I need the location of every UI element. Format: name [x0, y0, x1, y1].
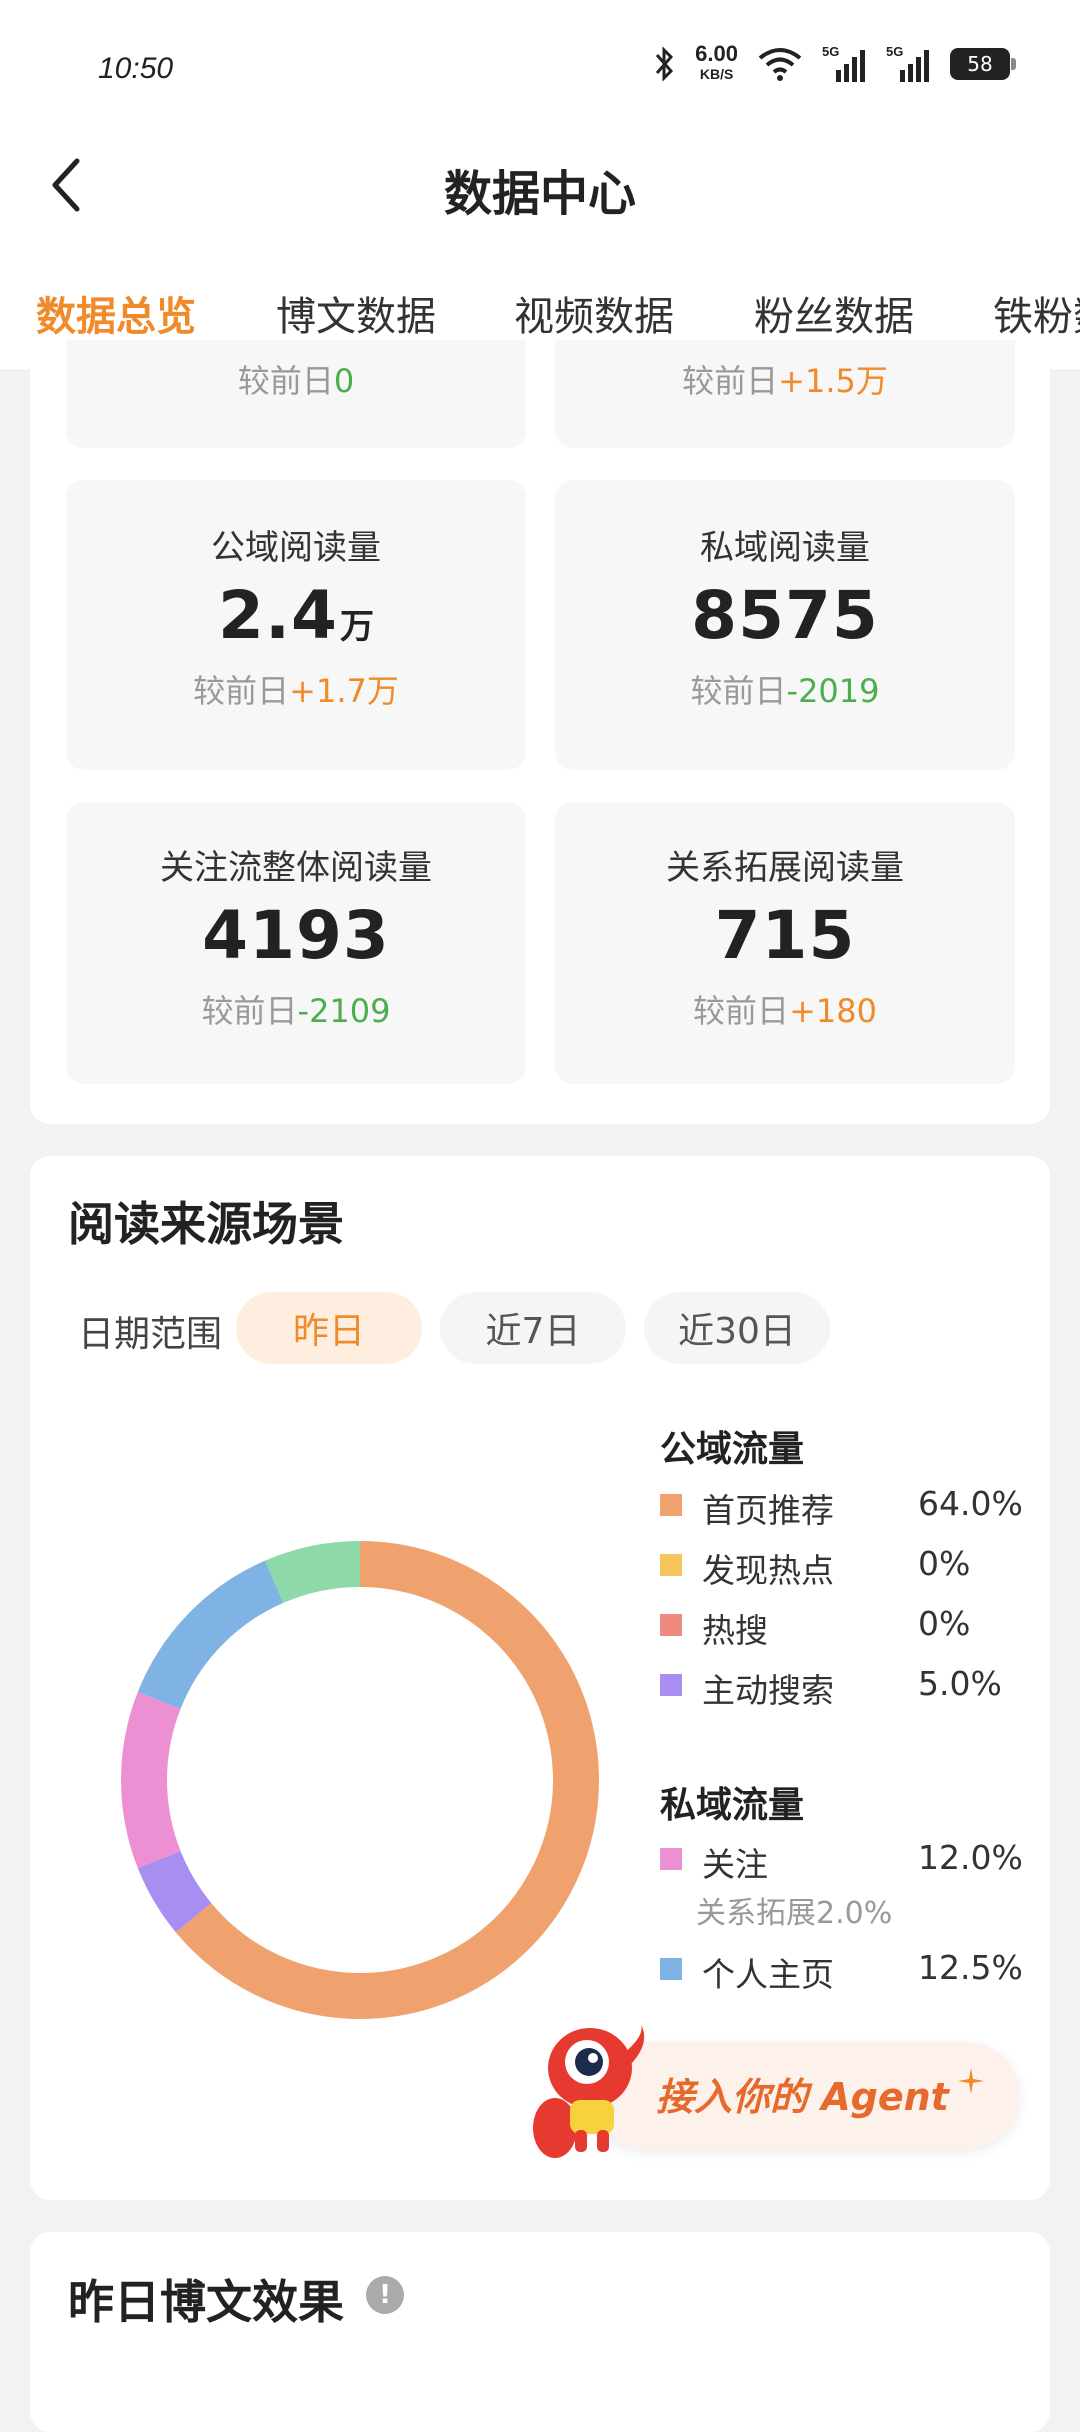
status-time: 10:50 — [98, 52, 174, 85]
stat-tile[interactable]: 关系拓展阅读量 715 较前日+180 — [555, 802, 1015, 1084]
status-icons: 6.00 KB/S 5G 5G 58 — [653, 41, 1016, 84]
legend-swatch — [660, 1848, 682, 1870]
legend-private-title: 私域流量 — [660, 1785, 805, 1826]
stat-tile-partial-left: 较前日0 — [66, 340, 526, 448]
header: 数据中心 — [0, 140, 1080, 240]
sparkle-icon — [958, 2068, 984, 2094]
signal-icon-2: 5G — [886, 44, 929, 82]
stat-label: 关注流整体阅读量 — [160, 848, 432, 888]
donut-chart — [121, 1541, 599, 2019]
svg-text:5G: 5G — [822, 44, 839, 59]
legend-swatch — [660, 1554, 682, 1576]
net-speed: 6.00 KB/S — [695, 41, 738, 83]
legend-item: 关注 12.0% — [660, 1834, 1040, 1884]
tab-videos[interactable]: 视频数据 — [514, 284, 674, 342]
stat-label: 关系拓展阅读量 — [666, 848, 904, 888]
legend-swatch — [660, 1494, 682, 1516]
bluetooth-icon — [656, 46, 674, 82]
status-bar: 10:50 6.00 KB/S 5G 5G 58 — [0, 0, 1080, 140]
stat-label: 公域阅读量 — [211, 528, 381, 568]
legend-swatch — [660, 1674, 682, 1696]
donut-slice — [137, 1850, 212, 1933]
chip-7days[interactable]: 近7日 — [440, 1292, 626, 1364]
chip-yesterday[interactable]: 昨日 — [236, 1292, 422, 1364]
stat-tile[interactable]: 关注流整体阅读量 4193 较前日-2109 — [66, 802, 526, 1084]
stats-card: 较前日0 较前日+1.5万 公域阅读量 2.4万 较前日+1.7万 私域阅读量 … — [30, 340, 1050, 1124]
legend-item: 热搜 0% — [660, 1600, 1040, 1650]
stat-unit: 万 — [339, 607, 374, 647]
stat-value: 715 — [714, 897, 856, 974]
wifi-icon — [758, 48, 802, 81]
donut-slice — [137, 1560, 284, 1710]
section-title: 昨日博文效果 — [68, 2275, 344, 2329]
chip-30days[interactable]: 近30日 — [644, 1292, 830, 1364]
donut-slice — [121, 1692, 181, 1868]
stat-delta: 较前日+180 — [693, 992, 877, 1030]
legend-public-title: 公域流量 — [660, 1429, 805, 1470]
donut-slice — [175, 1541, 599, 2019]
section-title: 阅读来源场景 — [68, 1197, 344, 1251]
page-title: 数据中心 — [443, 166, 636, 222]
legend-item: 个人主页 12.5% — [660, 1944, 1040, 1994]
stat-delta: 较前日-2019 — [690, 672, 880, 710]
tab-iron-fans[interactable]: 铁粉数 — [993, 284, 1080, 342]
tab-fans[interactable]: 粉丝数据 — [754, 284, 914, 342]
info-icon[interactable]: ! — [366, 2276, 404, 2314]
legend-swatch — [660, 1958, 682, 1980]
legend-item: 首页推荐 64.0% — [660, 1480, 1040, 1530]
agent-label: 接入你的 Agent — [656, 2075, 949, 2119]
signal-icon: 5G — [822, 44, 865, 82]
tab-overview[interactable]: 数据总览 — [36, 284, 196, 342]
stat-tile-partial-right: 较前日+1.5万 — [555, 340, 1015, 448]
donut-slice — [265, 1541, 361, 1604]
legend-swatch — [660, 1614, 682, 1636]
stat-delta: 较前日+1.7万 — [193, 672, 399, 710]
stat-label: 私域阅读量 — [700, 528, 870, 568]
stat-value: 8575 — [691, 577, 879, 654]
date-range-label: 日期范围 — [78, 1314, 223, 1355]
legend-item: 发现热点 0% — [660, 1540, 1040, 1590]
stat-delta: 较前日-2109 — [201, 992, 391, 1030]
battery-icon: 58 — [950, 48, 1016, 80]
stat-value: 2.4 — [218, 577, 338, 654]
legend-subtext: 关系拓展2.0% — [696, 1896, 893, 1931]
stat-tile[interactable]: 公域阅读量 2.4万 较前日+1.7万 — [66, 480, 526, 770]
mascot-icon[interactable] — [515, 2018, 655, 2168]
tab-posts[interactable]: 博文数据 — [276, 284, 436, 342]
stat-value: 4193 — [202, 897, 390, 974]
svg-text:5G: 5G — [886, 44, 903, 59]
yesterday-card — [30, 2232, 1050, 2432]
stat-tile[interactable]: 私域阅读量 8575 较前日-2019 — [555, 480, 1015, 770]
legend-item: 主动搜索 5.0% — [660, 1660, 1040, 1710]
